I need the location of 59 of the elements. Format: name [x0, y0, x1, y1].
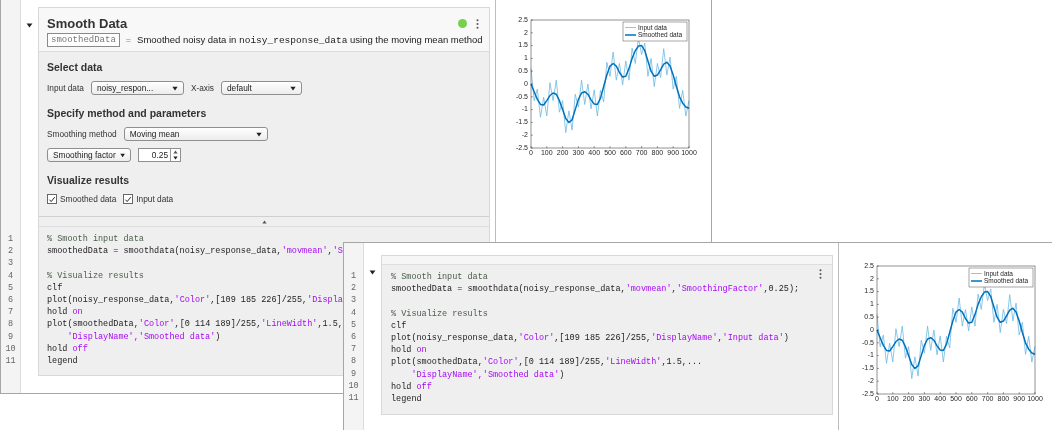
- line-number: 11: [4, 354, 17, 368]
- code-line: legend: [47, 354, 78, 368]
- section-heading: Visualize results: [47, 174, 131, 186]
- code-line: legend: [391, 392, 422, 406]
- code-line: % Smooth input data: [47, 233, 144, 246]
- checkbox[interactable]: Input data: [123, 194, 174, 204]
- line-number: 4: [349, 306, 358, 319]
- line-number: 8: [349, 355, 358, 368]
- field-label: Smoothing method: [47, 129, 117, 139]
- line-number: 9: [349, 367, 358, 380]
- line-number: 4: [6, 269, 15, 282]
- code-line: plot(smoothedData,'Color',[0 114 189]/255,'LineWidth',1.5,: [47, 318, 343, 331]
- section-heading: Specify method and parameters: [47, 107, 208, 119]
- dropdown[interactable]: Smoothing factor: [47, 148, 131, 162]
- line-number: 1: [349, 270, 358, 283]
- code-line: clf: [391, 319, 407, 332]
- code-line: 'DisplayName','Smoothed data'): [410, 368, 565, 381]
- line-number: 1: [6, 233, 15, 246]
- code-line: % Visualize results: [47, 269, 144, 282]
- line-number: 3: [349, 294, 358, 307]
- line-number: 6: [6, 293, 15, 307]
- line-number: 9: [6, 330, 15, 343]
- dropdown[interactable]: Moving mean: [123, 127, 268, 141]
- line-number: 11: [347, 391, 360, 405]
- section-heading: Select data: [47, 61, 104, 73]
- dropdown[interactable]: noisy_respon...: [90, 81, 184, 95]
- code-line: hold on: [47, 306, 83, 319]
- line-number: 8: [6, 318, 15, 331]
- code-line: clf: [47, 281, 63, 294]
- line-number: 2: [6, 245, 15, 258]
- output-variable-field[interactable]: smoothedData: [47, 33, 120, 47]
- line-number: 7: [6, 306, 15, 319]
- code-line: hold on: [391, 344, 427, 357]
- code-line: % Visualize results: [391, 307, 488, 320]
- line-number: 5: [349, 318, 358, 331]
- line-number: 10: [347, 379, 360, 392]
- code-line: plot(smoothedData,'Color',[0 114 189]/255,'LineWidth',1.5,...: [391, 356, 703, 369]
- code-line: hold off: [391, 380, 432, 393]
- code-line: smoothedData = smoothdata(noisy_response_data,'movmean','SmoothingFactor',0.25);: [391, 283, 800, 296]
- line-number: 10: [4, 342, 17, 355]
- code-line: hold off: [47, 342, 88, 355]
- code-line: 'DisplayName','Smoothed data'): [66, 330, 221, 343]
- equals-sign: =: [125, 35, 132, 45]
- task-title: Smooth Data: [47, 16, 128, 31]
- line-number: 5: [6, 281, 15, 294]
- field-label: X-axis: [190, 83, 214, 93]
- dropdown[interactable]: default: [221, 81, 302, 95]
- number-spinner[interactable]: 0.25: [138, 148, 181, 162]
- code-line: plot(noisy_response_data,'Color',[109 185 226]/255,'DisplayName','Input data'): [391, 331, 789, 345]
- line-number: 6: [349, 330, 358, 344]
- checkbox[interactable]: Smoothed data: [47, 194, 117, 204]
- task-description: Smoothed noisy data in noisy_response_data using the moving mean method: [137, 34, 483, 46]
- field-label: Input data: [47, 83, 84, 93]
- line-number: 2: [349, 282, 358, 295]
- code-line: % Smooth input data: [391, 271, 488, 284]
- code-line: smoothedData = smoothdata(noisy_response_data,'movmean','S: [47, 245, 343, 258]
- code-line: plot(noisy_response_data,'Color',[109 185 226]/255,'Displa: [47, 293, 343, 307]
- line-number: 3: [6, 257, 15, 270]
- line-number: 7: [349, 343, 358, 356]
